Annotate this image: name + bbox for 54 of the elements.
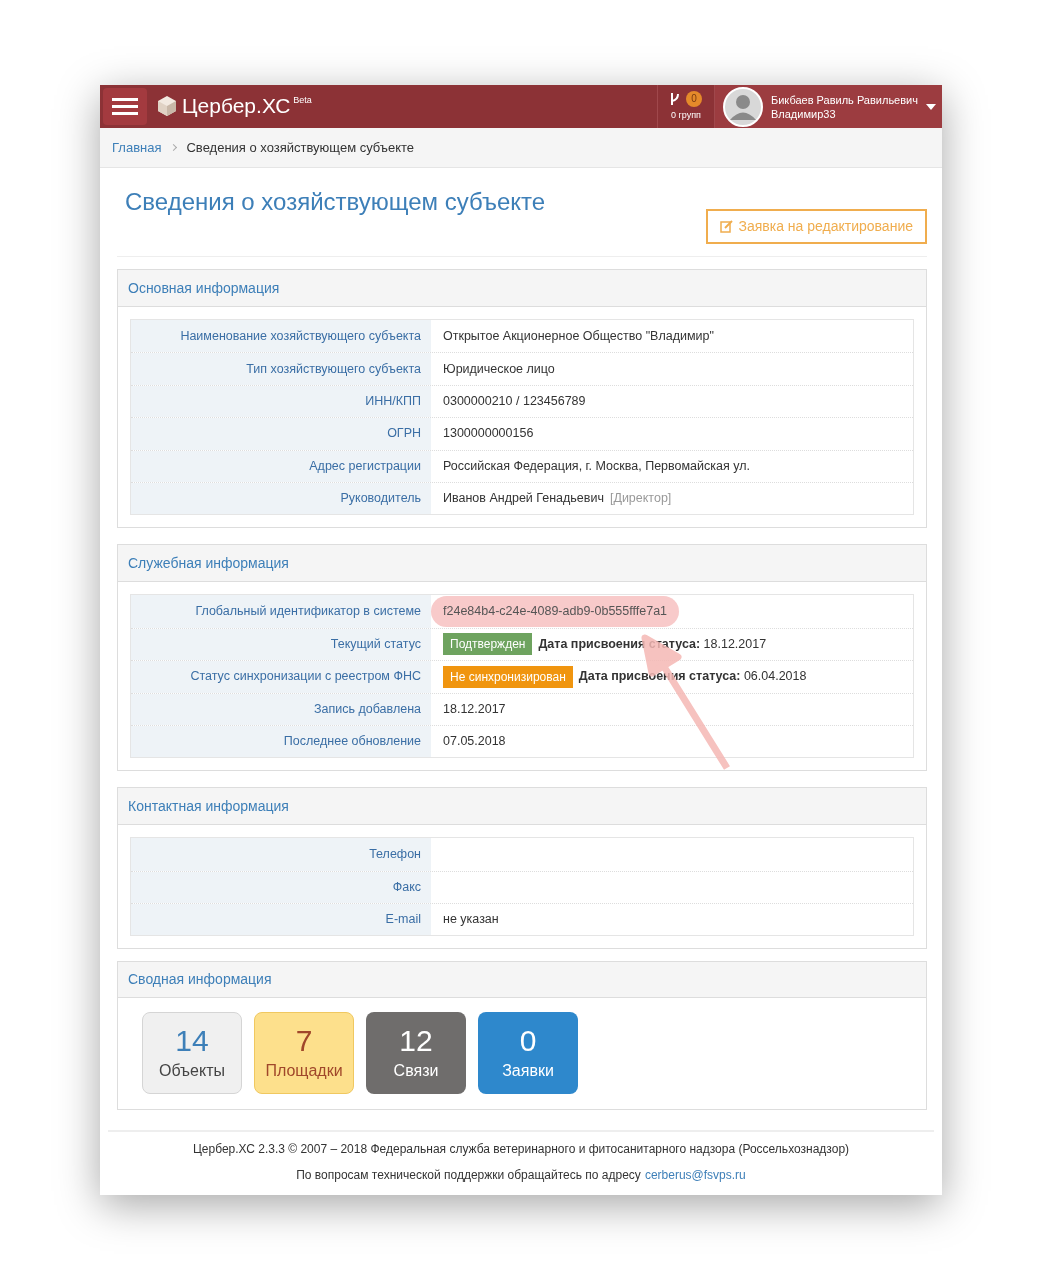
breadcrumb-current: Сведения о хозяйствующем субъекте	[186, 138, 415, 157]
field-label: Факс	[392, 879, 421, 896]
field-value: не указан	[443, 911, 499, 929]
field-value: f24e84b4-c24e-4089-adb9-0b555fffe7a1	[431, 596, 680, 627]
field-label: Глобальный идентификатор в системе	[195, 603, 421, 621]
field-value: Юридическое лицо	[443, 360, 555, 378]
menu-button[interactable]	[103, 88, 147, 125]
role-note: [Директор]	[609, 490, 672, 508]
field-value: 18.12.2017	[443, 700, 506, 718]
field-value: 1300000000156	[443, 425, 534, 443]
field-value: Иванов Андрей Генадьевич	[443, 490, 604, 508]
branch-icon	[670, 92, 680, 106]
support-email-link[interactable]: cerberus@fsvps.ru	[644, 1166, 746, 1185]
group-count: 0	[686, 91, 702, 107]
user-menu[interactable]: Бикбаев Равиль Равильевич Владимир33	[715, 85, 942, 128]
cube-logo-icon	[157, 95, 177, 117]
user-organization: Владимир33	[771, 106, 837, 121]
field-label: Текущий статус	[330, 636, 421, 654]
panel-title: Контактная информация	[128, 796, 289, 816]
field-value: Российская Федерация, г. Москва, Первомайская ул.	[443, 457, 750, 475]
field-value: Дата присвоения статуса: 06.04.2018	[578, 668, 807, 686]
field-label: Телефон	[369, 846, 421, 864]
user-name: Бикбаев Равиль Равильевич	[771, 92, 918, 107]
field-label: E-mail	[385, 911, 421, 929]
summary-tile[interactable]: 7 Площадки	[254, 1012, 354, 1095]
support-text: По вопросам технической поддержки обращайтесь по адресу	[296, 1167, 641, 1185]
field-label: ОГРН	[387, 425, 421, 443]
summary-tile[interactable]: 0 Заявки	[478, 1012, 578, 1095]
field-label: Руководитель	[340, 490, 421, 508]
field-value: 0300000210 / 123456789	[443, 393, 586, 411]
groups-label: 0 групп	[671, 109, 701, 122]
field-label: Тип хозяйствующего субъекта	[246, 360, 421, 378]
field-value: Открытое Акционерное Общество "Владимир"	[443, 327, 714, 345]
field-value: 07.05.2018	[443, 733, 506, 751]
app-title[interactable]: Цербер.ХС	[182, 94, 291, 128]
summary-tile[interactable]: 12 Связи	[366, 1012, 466, 1095]
field-label: ИНН/КПП	[365, 393, 421, 411]
beta-label: Beta	[293, 95, 312, 107]
field-label: Последнее обновление	[283, 733, 421, 751]
field-label: Наименование хозяйствующего субъекта	[180, 327, 421, 345]
edit-icon	[719, 220, 733, 233]
field-label: Запись добавлена	[314, 700, 421, 718]
breadcrumb-link[interactable]: Главная	[112, 137, 162, 158]
summary-tile[interactable]: 14 Объекты	[142, 1012, 242, 1095]
panel-title: Основная информация	[128, 278, 280, 298]
status-badge: Подтвержден	[443, 633, 533, 656]
panel-title: Служебная информация	[128, 553, 289, 573]
field-label: Адрес регистрации	[309, 457, 421, 475]
caret-icon	[926, 103, 936, 110]
status-badge: Не синхронизирован	[443, 665, 573, 688]
page-title: Сведения о хозяйствующем субъекте	[125, 187, 546, 217]
panel-title: Сводная информация	[128, 970, 272, 990]
field-label: Статус синхронизации с реестром ФНС	[190, 668, 421, 686]
copyright-text: Цербер.ХС 2.3.3 © 2007 – 2018 Федеральная служба ветеринарного и фитосанитарного надзора (Россельхознадзор)	[192, 1141, 850, 1159]
